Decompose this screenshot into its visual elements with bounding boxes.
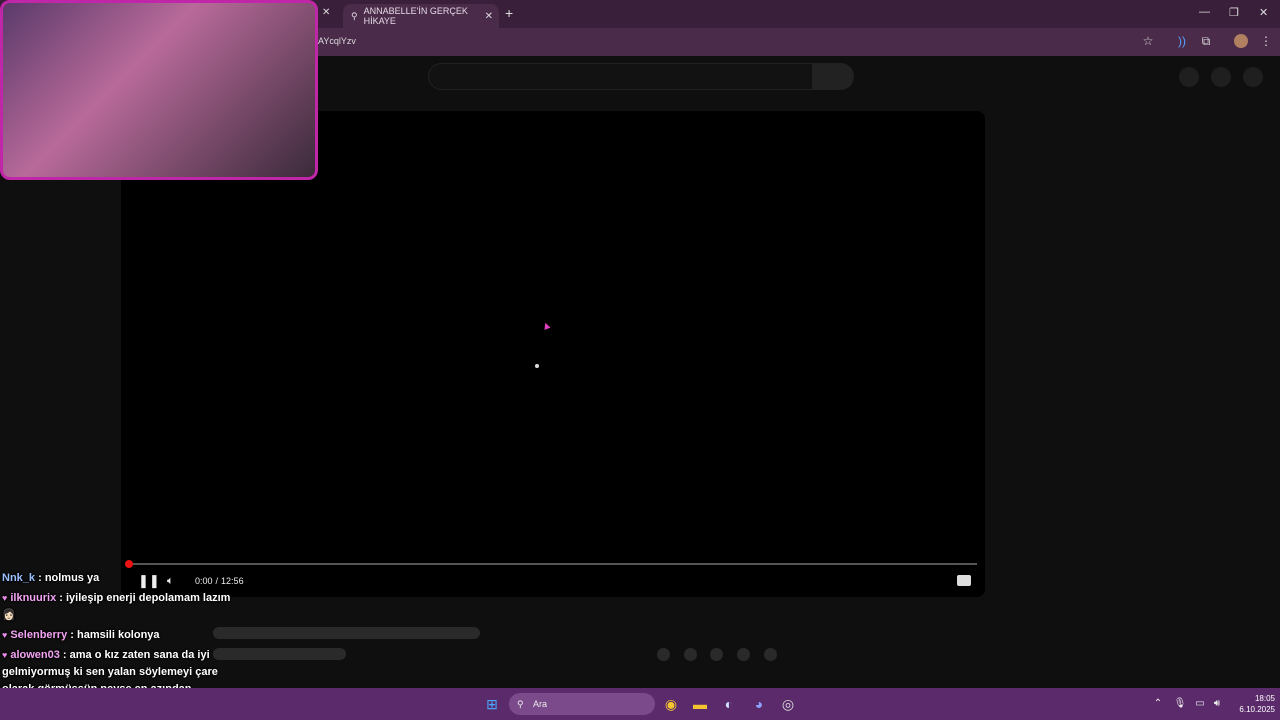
chat-text: nolmus ya — [44, 572, 100, 584]
link-icon: ⚲ — [351, 10, 358, 21]
pager-dot — [710, 648, 723, 661]
chat-message: ♥ Selenberry : hamsili kolonya — [2, 629, 160, 641]
close-window-button[interactable]: ✕ — [1259, 6, 1268, 19]
subscriber-badge-icon: ♥ — [2, 593, 8, 603]
close-tab-icon[interactable]: ✕ — [485, 11, 493, 22]
puzzle-icon[interactable]: ⧉ — [1199, 34, 1213, 48]
chrome-icon[interactable]: ◉ — [661, 694, 681, 714]
search-input[interactable] — [428, 63, 813, 90]
avatar[interactable] — [1234, 34, 1248, 48]
create-icon[interactable] — [1179, 67, 1199, 87]
steam-icon[interactable]: ◐ — [719, 694, 739, 714]
star-icon[interactable]: ☆ — [1141, 34, 1155, 48]
obs-icon[interactable]: ◎ — [778, 694, 798, 714]
chat-username: Nnk_k — [2, 572, 36, 584]
subtitle-skeleton — [213, 648, 346, 660]
subscriber-badge-icon: ♥ — [2, 650, 8, 660]
close-tab-icon[interactable]: ✕ — [322, 7, 330, 18]
loading-dot — [535, 364, 539, 368]
pager-dot — [737, 648, 750, 661]
chat-username: Selenberry — [10, 629, 68, 641]
system-clock[interactable]: 18:05 6.10.2025 — [1233, 693, 1275, 715]
file-explorer-icon[interactable]: ▬ — [690, 694, 710, 714]
search-icon: ⚲ — [517, 698, 524, 709]
microphone-icon[interactable]: 🎙︎ — [1170, 694, 1190, 714]
chat-username: alowen03 — [10, 649, 60, 661]
search-button[interactable] — [812, 63, 854, 90]
title-skeleton — [213, 627, 480, 639]
kebab-menu-icon[interactable]: ⋮ — [1259, 34, 1273, 48]
minimize-button[interactable]: — — [1199, 6, 1210, 18]
progress-bar[interactable] — [129, 563, 977, 565]
taskbar-search-placeholder: Ara — [533, 699, 548, 709]
pager-dot — [684, 648, 697, 661]
notifications-icon[interactable] — [1211, 67, 1231, 87]
discord-icon[interactable]: ◕ — [749, 694, 769, 714]
mouse-cursor-icon: ▲ — [539, 318, 554, 334]
new-tab-button[interactable]: + — [505, 5, 513, 21]
webcam-overlay — [0, 0, 318, 180]
chat-message: ♥ ilknuurix : iyileşip enerji depolamam l… — [2, 592, 231, 621]
address-bar[interactable]: AYcqlYzv — [318, 36, 356, 46]
tab-annabelle[interactable]: ⚲ ANNABELLE'İN GERÇEK HİKAYE ✕ — [343, 4, 499, 28]
speaker-icon[interactable]: 🔊︎ — [1207, 694, 1227, 714]
windows-start-icon[interactable]: ⊞ — [482, 694, 502, 714]
taskbar-search[interactable]: ⚲ Ara — [509, 693, 655, 715]
video-player[interactable]: ▲ ❚❚ 🔈︎ 0:00 / 12:56 — [121, 111, 985, 597]
restore-button[interactable]: ❐ — [1229, 6, 1239, 19]
chat-username: ilknuurix — [10, 592, 57, 604]
clock-date: 6.10.2025 — [1239, 705, 1275, 714]
chevron-up-icon[interactable]: ⌃ — [1148, 694, 1168, 714]
subscriber-badge-icon: ♥ — [2, 630, 8, 640]
progress-scrubber[interactable] — [125, 560, 133, 568]
pager-dot — [657, 648, 670, 661]
pager-dot — [764, 648, 777, 661]
chat-message: Nnk_k : nolmus ya — [2, 572, 100, 584]
chat-text: hamsili kolonya — [77, 629, 160, 641]
tab-title: ANNABELLE'İN GERÇEK HİKAYE — [363, 6, 468, 26]
subtitles-icon[interactable] — [957, 575, 971, 586]
clock-time: 18:05 — [1254, 694, 1275, 703]
media-icon[interactable]: )) — [1175, 34, 1189, 48]
account-avatar[interactable] — [1243, 67, 1263, 87]
